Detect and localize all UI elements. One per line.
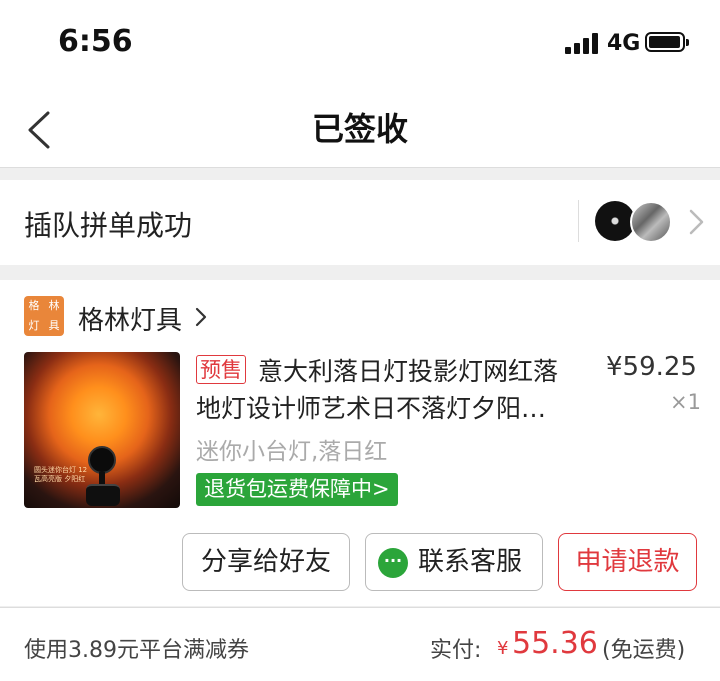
product-spec: 迷你小台灯,落日红 [196, 439, 388, 465]
divider [578, 200, 579, 242]
chevron-right-icon[interactable] [194, 306, 208, 328]
currency-symbol: ¥ [497, 638, 509, 659]
contact-service-button[interactable]: 联系客服 [365, 533, 543, 591]
status-time: 6:56 [58, 24, 133, 59]
product-image-caption: 圆头迷你台灯 12瓦高亮版 夕阳红 [34, 466, 88, 483]
battery-icon [645, 32, 689, 52]
page-title: 已签收 [311, 110, 408, 148]
coupon-text: 使用3.89元平台满减券 [24, 638, 249, 663]
network-label: 4G [607, 31, 641, 56]
product-price: ¥59.25 [606, 352, 697, 382]
paid-amount: 55.36 [512, 626, 598, 661]
return-shipping-guarantee-badge[interactable]: 退货包运费保障中> [196, 473, 398, 506]
shop-name[interactable]: 格林灯具 [78, 300, 182, 337]
lamp-graphic [86, 484, 120, 506]
share-button[interactable]: 分享给好友 [182, 533, 350, 591]
product-quantity: ×1 [670, 390, 701, 414]
presale-badge: 预售 [196, 355, 246, 384]
avatar [595, 201, 635, 241]
signal-icon [565, 32, 601, 54]
contact-service-label: 联系客服 [418, 547, 523, 577]
avatar [630, 201, 672, 243]
wechat-icon [378, 533, 408, 589]
product-title-line1[interactable]: 意大利落日灯投影灯网红落 [258, 352, 558, 388]
group-buy-status: 插队拼单成功 [24, 209, 193, 242]
refund-button[interactable]: 申请退款 [558, 533, 697, 591]
product-title-line2[interactable]: 地灯设计师艺术日不落灯夕阳… [196, 389, 586, 425]
paid-label: 实付: [430, 638, 482, 663]
shipping-note: (免运费) [602, 638, 686, 663]
shop-logo: 格 林 灯 具 [24, 296, 64, 336]
chevron-right-icon[interactable] [686, 208, 706, 236]
